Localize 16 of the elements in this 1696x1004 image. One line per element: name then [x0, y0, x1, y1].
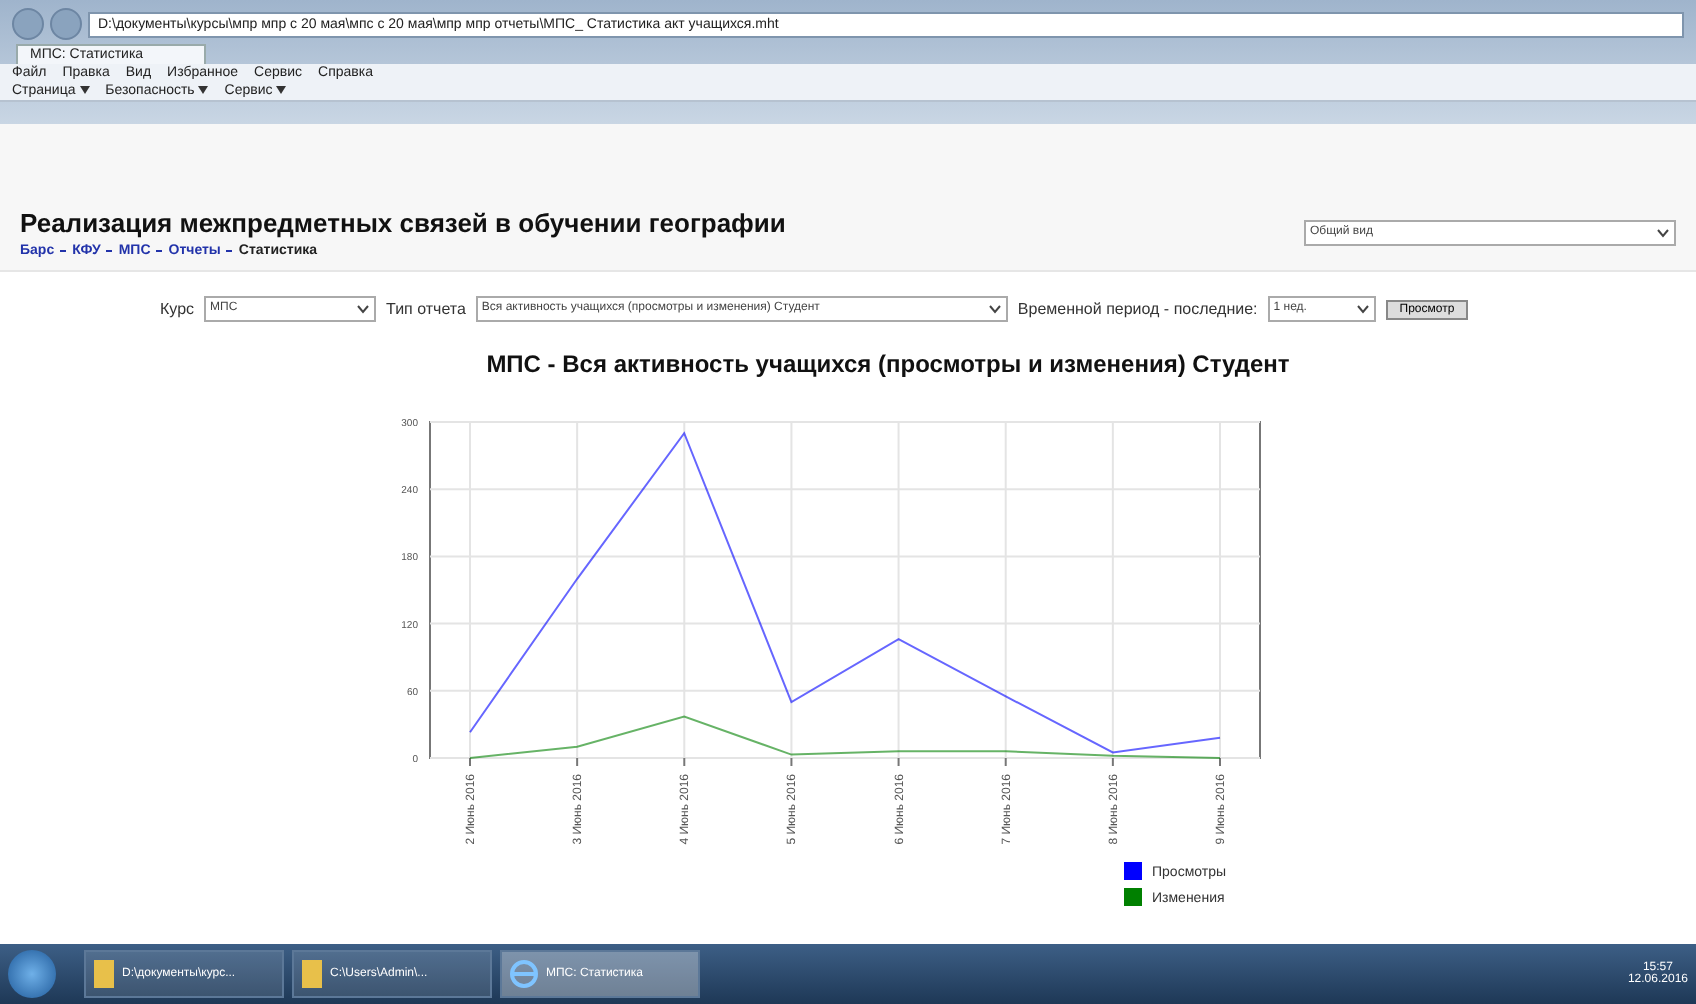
- dropdown-arrow-icon: [276, 86, 287, 94]
- dropdown-arrow-icon: [79, 86, 90, 94]
- globe-icon: [510, 960, 538, 988]
- folder-icon: [94, 960, 114, 988]
- filter-label: Тип отчета: [386, 300, 466, 318]
- start-button[interactable]: [8, 950, 56, 998]
- report-title: МПС - Вся активность учащихся (просмотры и изменения) Студент: [484, 350, 1292, 378]
- breadcrumb-separator-icon: [222, 247, 237, 254]
- page-title: Реализация межпредметных связей в обучении географии: [20, 208, 786, 238]
- breadcrumb-separator-icon: [102, 247, 117, 254]
- dropdown-arrow-icon: [198, 86, 209, 94]
- breadcrumb-separator-icon: [152, 247, 167, 254]
- folder-icon: [302, 960, 322, 988]
- filter-label: Курс: [160, 300, 195, 318]
- breadcrumb-separator-icon: [56, 247, 71, 254]
- filter-label: Временной период - последние:: [1017, 300, 1258, 318]
